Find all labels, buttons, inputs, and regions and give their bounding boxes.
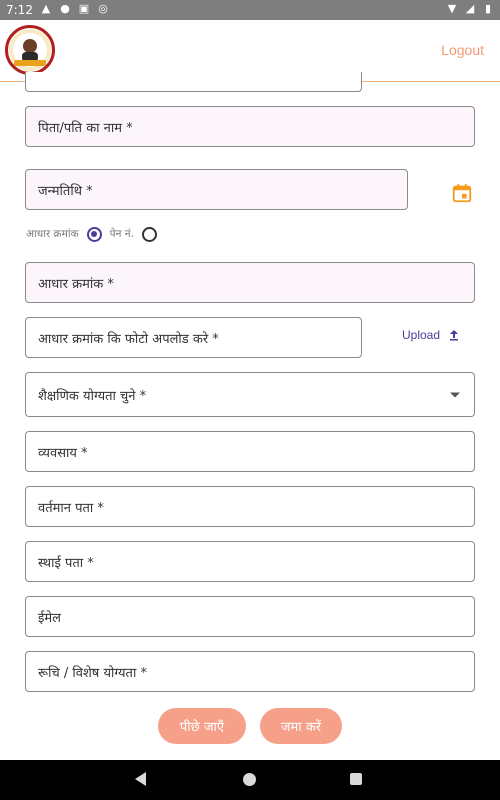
email-label: ईमेल bbox=[38, 610, 61, 626]
aadhaar-photo-field[interactable]: आधार क्रमांक कि फोटो अपलोड करे * bbox=[25, 317, 362, 358]
permanent-address-label: स्थाई पता * bbox=[38, 555, 94, 571]
interest-field[interactable]: रूचि / विशेष योग्यता * bbox=[25, 651, 475, 692]
father-husband-name-field[interactable]: पिता/पति का नाम * bbox=[25, 106, 475, 147]
nav-recents-icon[interactable] bbox=[350, 773, 362, 785]
logout-button[interactable]: Logout bbox=[441, 42, 484, 58]
submit-button[interactable]: जमा करें bbox=[260, 708, 342, 744]
status-bar: 7:12 ▲ ● ▣ ◎ ▼ ◢ ▮ bbox=[0, 0, 500, 20]
occupation-field[interactable]: व्यवसाय * bbox=[25, 431, 475, 472]
education-label: शैक्षणिक योग्यता चुने * bbox=[38, 388, 147, 404]
education-dropdown[interactable]: शैक्षणिक योग्यता चुने * bbox=[25, 372, 475, 417]
logo bbox=[5, 25, 55, 75]
id-type-radio-group: आधार क्रमांक पेन नं. bbox=[26, 225, 165, 243]
app-screen: 7:12 ▲ ● ▣ ◎ ▼ ◢ ▮ Logout पिता/पति का ना… bbox=[0, 0, 500, 800]
upload-button[interactable]: Upload bbox=[402, 328, 460, 342]
status-right-icons: ▼ ◢ ▮ bbox=[446, 3, 494, 15]
previous-field[interactable] bbox=[25, 72, 362, 92]
aadhaar-number-label: आधार क्रमांक * bbox=[38, 276, 114, 292]
pan-radio[interactable] bbox=[141, 226, 157, 242]
occupation-label: व्यवसाय * bbox=[38, 445, 88, 461]
wifi-icon: ▼ bbox=[447, 2, 457, 15]
location-icon: ● bbox=[60, 2, 70, 15]
current-address-label: वर्तमान पता * bbox=[38, 500, 104, 516]
nav-back-icon[interactable] bbox=[135, 772, 146, 786]
calendar-icon[interactable] bbox=[451, 182, 473, 204]
warning-icon: ▲ bbox=[41, 2, 51, 15]
pan-radio-label: पेन नं. bbox=[109, 228, 134, 240]
aadhaar-number-field[interactable]: आधार क्रमांक * bbox=[25, 262, 475, 303]
status-left-icons: ▲ ● ▣ ◎ bbox=[40, 3, 109, 15]
data-saver-icon: ◎ bbox=[98, 2, 108, 15]
interest-label: रूचि / विशेष योग्यता * bbox=[38, 665, 147, 681]
current-address-field[interactable]: वर्तमान पता * bbox=[25, 486, 475, 527]
aadhaar-radio-label: आधार क्रमांक bbox=[26, 228, 79, 240]
image-icon: ▣ bbox=[78, 2, 90, 15]
chevron-down-icon bbox=[450, 392, 460, 397]
upload-icon bbox=[450, 330, 459, 341]
back-button[interactable]: पीछे जाएँ bbox=[158, 708, 246, 744]
battery-icon: ▮ bbox=[484, 2, 492, 15]
nav-home-icon[interactable] bbox=[243, 773, 256, 786]
permanent-address-field[interactable]: स्थाई पता * bbox=[25, 541, 475, 582]
signal-icon: ◢ bbox=[465, 2, 475, 15]
father-husband-name-label: पिता/पति का नाम * bbox=[38, 120, 133, 136]
status-time: 7:12 bbox=[6, 3, 33, 17]
dob-field[interactable]: जन्मतिथि * bbox=[25, 169, 408, 210]
aadhaar-radio[interactable] bbox=[86, 226, 102, 242]
system-nav-bar bbox=[0, 760, 500, 800]
dob-label: जन्मतिथि * bbox=[38, 183, 93, 199]
aadhaar-photo-label: आधार क्रमांक कि फोटो अपलोड करे * bbox=[38, 331, 219, 347]
upload-label: Upload bbox=[402, 328, 441, 342]
email-field[interactable]: ईमेल bbox=[25, 596, 475, 637]
